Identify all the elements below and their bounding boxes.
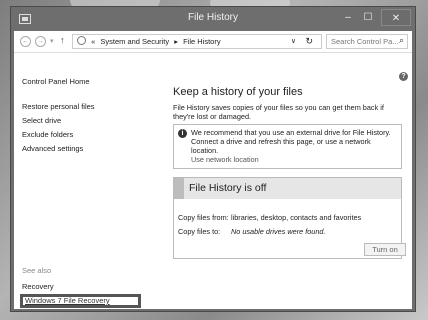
use-network-location-link[interactable]: Use network location (191, 155, 397, 164)
copy-to-value: No usable drives were found. (231, 227, 326, 236)
search-placeholder: Search Control Pa... (331, 37, 399, 46)
minimize-button[interactable]: – (339, 9, 357, 26)
file-history-window: File History – ☐ ✕ ← → ▾ ↑ « System and … (10, 6, 416, 312)
refresh-icon[interactable]: ↻ (305, 35, 313, 48)
breadcrumb-file-history[interactable]: File History (183, 37, 221, 46)
search-input[interactable]: Search Control Pa... ⌕ (326, 34, 408, 49)
back-button[interactable]: ← (20, 36, 31, 47)
address-bar: ← → ▾ ↑ « System and Security ▸ File His… (14, 31, 412, 53)
copy-from-label: Copy files from: (178, 213, 229, 222)
address-dropdown-icon[interactable]: ∨ (291, 35, 296, 48)
page-title: Keep a history of your files (173, 86, 303, 98)
control-panel-icon (77, 36, 86, 45)
forward-button[interactable]: → (35, 36, 46, 47)
window-content: ← → ▾ ↑ « System and Security ▸ File His… (14, 31, 412, 309)
sidebar-item-select-drive[interactable]: Select drive (22, 116, 61, 125)
recent-locations-dropdown[interactable]: ▾ (50, 37, 54, 45)
help-icon[interactable]: ? (399, 72, 408, 81)
turn-on-button[interactable]: Turn on (364, 243, 406, 256)
breadcrumb-overflow[interactable]: « (91, 37, 95, 46)
see-also-label: See also (22, 266, 52, 275)
windows-7-file-recovery-link[interactable]: Windows 7 File Recovery (20, 294, 141, 308)
recommendation-notice: i We recommend that you use an external … (173, 124, 402, 169)
control-panel-home-link[interactable]: Control Panel Home (22, 77, 90, 86)
breadcrumb-system-and-security[interactable]: System and Security (100, 37, 169, 46)
copy-to-label: Copy files to: (178, 227, 221, 236)
main-content: Keep a history of your files File Histor… (173, 86, 405, 121)
up-button[interactable]: ↑ (60, 35, 65, 45)
search-icon[interactable]: ⌕ (399, 35, 404, 47)
title-bar[interactable]: File History – ☐ ✕ (11, 7, 415, 31)
breadcrumb-separator-icon: ▸ (174, 37, 178, 46)
recovery-link[interactable]: Recovery (22, 282, 54, 291)
notice-text: We recommend that you use an external dr… (191, 128, 391, 155)
status-title: File History is off (174, 178, 401, 199)
close-button[interactable]: ✕ (381, 9, 411, 26)
sidebar-item-restore-personal-files[interactable]: Restore personal files (22, 102, 95, 111)
info-icon: i (178, 129, 187, 138)
breadcrumb[interactable]: « System and Security ▸ File History ∨ ↻ (72, 34, 322, 49)
sidebar-item-advanced-settings[interactable]: Advanced settings (22, 144, 83, 153)
sidebar-item-exclude-folders[interactable]: Exclude folders (22, 130, 73, 139)
copy-from-value: libraries, desktop, contacts and favorit… (231, 213, 362, 222)
maximize-button[interactable]: ☐ (359, 9, 377, 26)
page-description: File History saves copies of your files … (173, 103, 384, 121)
